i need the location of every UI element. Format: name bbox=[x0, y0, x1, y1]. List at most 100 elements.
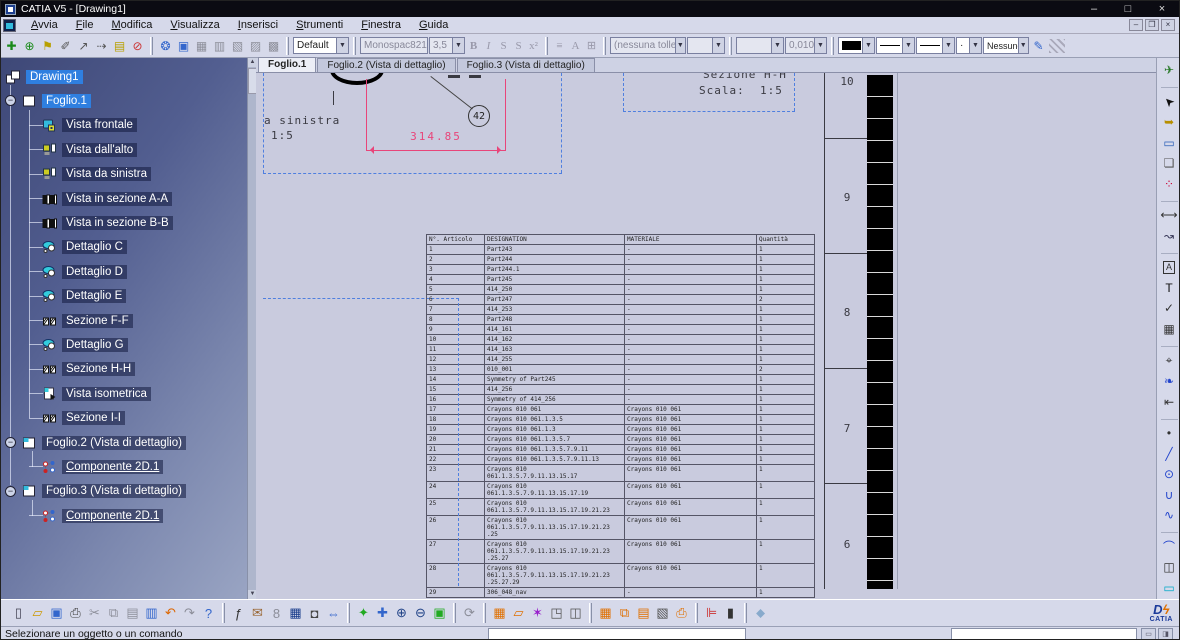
table-row[interactable]: 2Part244-1 bbox=[427, 255, 815, 265]
table-row[interactable]: 25Crayons 010 061.1.3.5.7.9.11.13.15.17.… bbox=[427, 499, 815, 516]
view-frame-dashed[interactable] bbox=[263, 173, 562, 174]
move-icon[interactable]: ✚ bbox=[3, 37, 20, 55]
tree-item-label[interactable]: Dettaglio E bbox=[62, 289, 126, 303]
tolerance-type-dropdown[interactable]: ▼ bbox=[687, 37, 725, 54]
tree-item-label[interactable]: Vista in sezione B-B bbox=[62, 216, 173, 230]
tree-item-label[interactable]: Vista da sinistra bbox=[62, 167, 151, 181]
fit-all-icon[interactable]: ✦ bbox=[354, 603, 373, 623]
grid-icon[interactable]: ▦ bbox=[490, 603, 509, 623]
drawing-canvas[interactable]: a sinistra 1:5 Sezione H-H Scala: 1:5 42 bbox=[256, 73, 1156, 599]
tab-foglio-2[interactable]: Foglio.2 (Vista di dettaglio) bbox=[317, 58, 455, 72]
table-row[interactable]: 10414_162-1 bbox=[427, 335, 815, 345]
tree-item-label[interactable]: Dettaglio C bbox=[62, 240, 127, 254]
section-frame-dashed[interactable] bbox=[794, 73, 795, 111]
italic-button[interactable]: I bbox=[481, 37, 496, 54]
table-row[interactable]: 3Part244.1-1 bbox=[427, 265, 815, 275]
table-row[interactable]: 19Crayons 010 061.1.3Crayons 010 0611 bbox=[427, 425, 815, 435]
text-frame-icon[interactable]: A bbox=[1160, 258, 1179, 277]
table-row[interactable]: 26Crayons 010 061.1.3.5.7.9.11.13.15.17.… bbox=[427, 516, 815, 540]
table-row[interactable]: 13010_001-2 bbox=[427, 365, 815, 375]
point-type-dropdown[interactable]: ·▼ bbox=[956, 37, 982, 54]
chevron-down-icon[interactable]: ▼ bbox=[902, 38, 914, 53]
close-button[interactable]: × bbox=[1145, 1, 1179, 17]
calculator-icon[interactable]: ▦ bbox=[286, 603, 305, 623]
style-preset-dropdown[interactable]: Default▼ bbox=[293, 37, 349, 54]
numeric-display-dropdown[interactable]: ▼ bbox=[736, 37, 784, 54]
tree-item-vista-dall-alto[interactable]: Vista dall'alto bbox=[41, 141, 137, 158]
grid-2-icon[interactable]: ▦ bbox=[596, 603, 615, 623]
tree-item-label[interactable]: Foglio.2 (Vista di dettaglio) bbox=[42, 436, 186, 450]
table-row[interactable]: 22Crayons 010 061.1.3.5.7.9.11.13Crayons… bbox=[427, 455, 815, 465]
strikethrough-button[interactable]: S bbox=[511, 37, 526, 54]
eraser-icon[interactable]: ⬥ bbox=[751, 603, 770, 623]
table-row[interactable]: 20Crayons 010 061.1.3.5.7Crayons 010 061… bbox=[427, 435, 815, 445]
chevron-down-icon[interactable]: ▼ bbox=[771, 38, 783, 53]
detail-frame-dashed[interactable] bbox=[458, 298, 459, 586]
new-document-icon[interactable]: ▯ bbox=[9, 603, 28, 623]
tree-item-label[interactable]: Vista dall'alto bbox=[62, 143, 137, 157]
tab-foglio-3[interactable]: Foglio.3 (Vista di dettaglio) bbox=[457, 58, 595, 72]
chevron-down-icon[interactable]: ▼ bbox=[675, 38, 685, 53]
tree-item-label[interactable]: Sezione H-H bbox=[62, 362, 135, 376]
circle-icon[interactable]: ⊙ bbox=[1160, 465, 1179, 484]
mdi-restore-button[interactable]: ❐ bbox=[1145, 19, 1159, 31]
line-type-dropdown[interactable]: ▼ bbox=[916, 37, 955, 54]
expander-icon[interactable]: − bbox=[5, 95, 16, 106]
tree-item-drawing1[interactable]: Drawing1 bbox=[5, 68, 83, 85]
superscript-button[interactable]: x² bbox=[526, 37, 541, 54]
text-icon[interactable]: T bbox=[1160, 279, 1179, 298]
chevron-down-icon[interactable]: ▼ bbox=[452, 38, 464, 53]
tables-icon[interactable]: ▤ bbox=[634, 603, 653, 623]
font-size-dropdown[interactable]: 3,5▼ bbox=[429, 37, 465, 54]
compass-icon[interactable]: ⊕ bbox=[21, 37, 38, 55]
tree-item-label[interactable]: Sezione F-F bbox=[62, 314, 133, 328]
tree-item-vista-isometrica[interactable]: Vista isometrica bbox=[41, 385, 151, 402]
tree-item-dettaglio-g[interactable]: Dettaglio G bbox=[41, 336, 128, 353]
tree-item-label[interactable]: Componente 2D.1 bbox=[62, 509, 163, 523]
mirror-icon[interactable]: ◫ bbox=[1160, 558, 1179, 577]
table-row[interactable]: 14Symmetry of Part245-1 bbox=[427, 375, 815, 385]
section-scale[interactable]: Scala: 1:5 bbox=[699, 84, 783, 97]
tree-item-label[interactable]: Dettaglio D bbox=[62, 265, 127, 279]
tree-scrollbar[interactable]: ▲ ▼ bbox=[247, 58, 256, 599]
tree-item-label[interactable]: Componente 2D.1 bbox=[62, 460, 163, 474]
scrollbar-thumb[interactable] bbox=[248, 68, 256, 94]
table-icon[interactable]: ▦ bbox=[1160, 320, 1179, 339]
table-row[interactable]: 4Part245-1 bbox=[427, 275, 815, 285]
expander-icon[interactable]: − bbox=[5, 437, 16, 448]
tree-item-label[interactable]: Foglio.3 (Vista di dettaglio) bbox=[42, 484, 186, 498]
undo-icon[interactable]: ↶ bbox=[161, 603, 180, 623]
tree-item-label[interactable]: Foglio.1 bbox=[42, 94, 91, 108]
line-thickness-dropdown[interactable]: ▼ bbox=[876, 37, 915, 54]
pin-icon[interactable]: ✐ bbox=[57, 37, 74, 55]
tree-item-vista-in-sezione-a-a[interactable]: Vista in sezione A-A bbox=[41, 190, 172, 207]
dimensions-icon[interactable]: ⟷ bbox=[1160, 206, 1179, 225]
align-icon[interactable]: ≡ bbox=[552, 37, 567, 54]
menu-finestra[interactable]: Finestra bbox=[352, 18, 410, 32]
section-frame-dashed[interactable] bbox=[623, 73, 624, 111]
point-icon[interactable]: • bbox=[1160, 424, 1179, 443]
pattern-dropdown[interactable]: Nessuno▼ bbox=[983, 37, 1029, 54]
paintbrush-icon[interactable]: ✎ bbox=[1030, 37, 1047, 55]
font-name-dropdown[interactable]: Monospac821▼ bbox=[360, 37, 428, 54]
power-input-field[interactable] bbox=[951, 628, 1137, 640]
menu-file[interactable]: File bbox=[67, 18, 103, 32]
table-row[interactable]: 9414_161-1 bbox=[427, 325, 815, 335]
minimize-button[interactable]: – bbox=[1077, 1, 1111, 17]
measure-icon[interactable]: ⇔ bbox=[324, 603, 343, 623]
tree-item-label[interactable]: Dettaglio G bbox=[62, 338, 128, 352]
tree-item-label[interactable]: Sezione I-I bbox=[62, 411, 125, 425]
table-row[interactable]: 16Symmetry of 414_256-1 bbox=[427, 395, 815, 405]
messages-icon[interactable]: ✉ bbox=[248, 603, 267, 623]
table-row[interactable]: 15414_256-1 bbox=[427, 385, 815, 395]
dimension-value[interactable]: 314.85 bbox=[395, 130, 477, 143]
table-row[interactable]: 27Crayons 010 061.1.3.5.7.9.11.13.15.17.… bbox=[427, 540, 815, 564]
view-parameters-icon[interactable]: ◳ bbox=[547, 603, 566, 623]
table-row[interactable]: 12414_255-1 bbox=[427, 355, 815, 365]
menu-visualizza[interactable]: Visualizza bbox=[161, 18, 228, 32]
open-icon[interactable]: ▱ bbox=[28, 603, 47, 623]
ruler-icon[interactable]: ⊫ bbox=[702, 603, 721, 623]
tree-item-componente-2d-1[interactable]: Componente 2D.1 bbox=[41, 458, 163, 475]
line-icon[interactable]: ╱ bbox=[1160, 444, 1179, 463]
geometry-dimension-icon[interactable]: ↝ bbox=[1160, 227, 1179, 246]
